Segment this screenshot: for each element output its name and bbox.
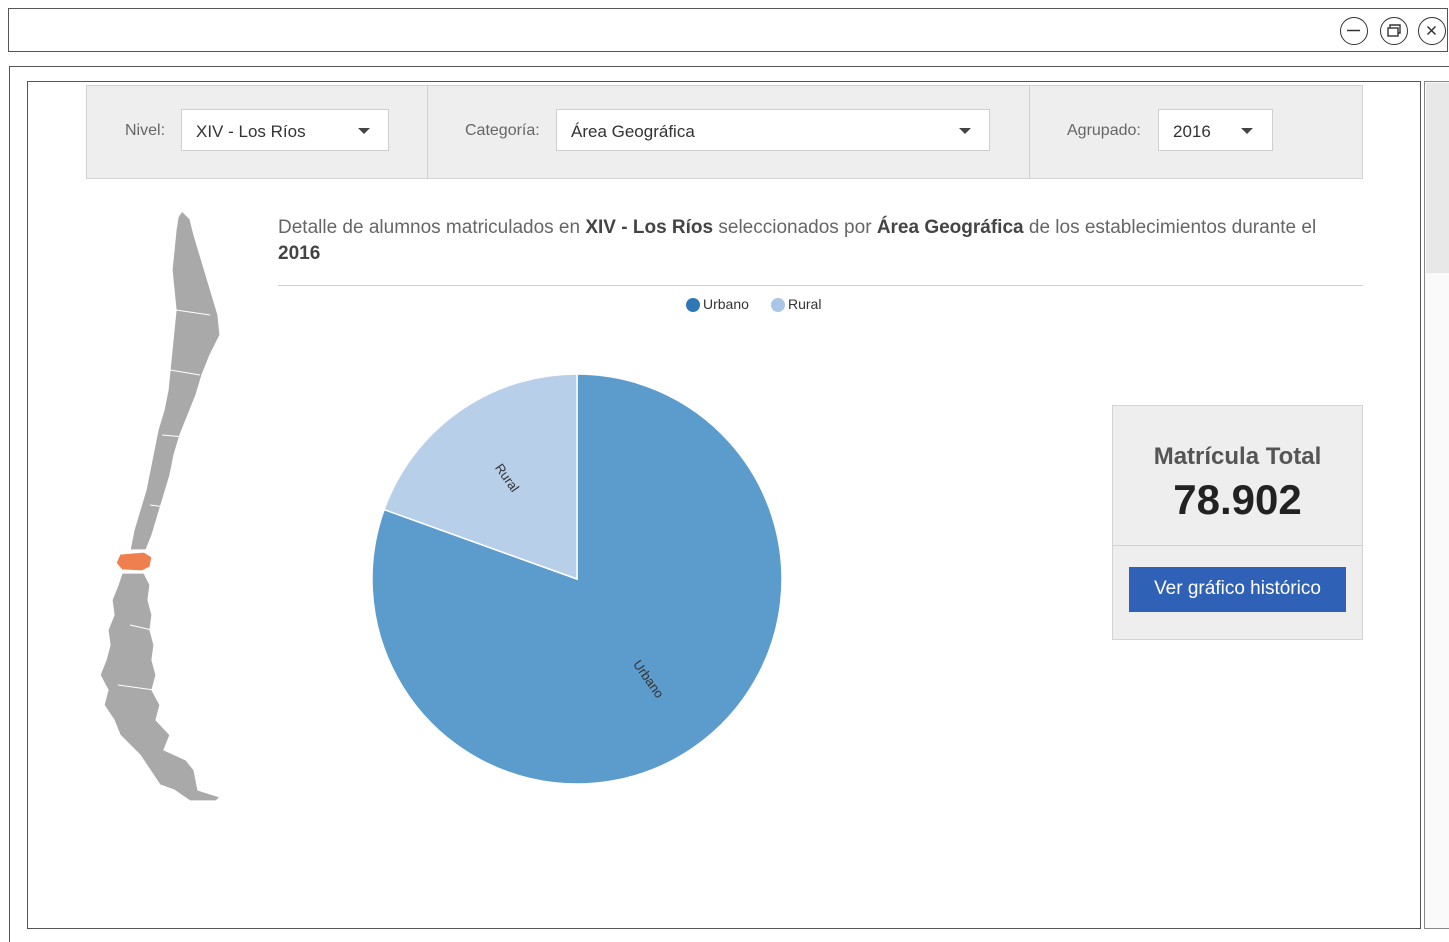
agrupado-select[interactable]: 2016 — [1158, 109, 1273, 151]
legend-item-urbano[interactable]: Urbano — [703, 296, 749, 312]
description-category: Área Geográfica — [876, 217, 1024, 238]
description-region: XIV - Los Ríos — [585, 217, 714, 238]
total-title: Matrícula Total — [1153, 443, 1322, 470]
nivel-select[interactable]: XIV - Los Ríos — [181, 109, 389, 151]
categoria-select[interactable]: Área Geográfica — [556, 109, 990, 151]
description-year: 2016 — [278, 243, 321, 264]
filter-separator — [1029, 86, 1030, 178]
filter-bar: Nivel: XIV - Los Ríos Categoría: Área Ge… — [86, 85, 1363, 179]
map-los-rios-region[interactable] — [115, 551, 153, 572]
close-icon[interactable] — [1418, 17, 1446, 45]
categoria-label: Categoría: — [465, 122, 540, 139]
agrupado-value: 2016 — [1173, 122, 1211, 141]
legend-swatch-urbano — [686, 298, 700, 312]
total-box: Matrícula Total 78.902 Ver gráfico histó… — [1112, 405, 1363, 640]
scrollbar-thumb[interactable] — [1426, 83, 1449, 273]
filter-separator — [427, 86, 428, 178]
divider — [278, 285, 1363, 286]
minimize-icon[interactable] — [1340, 17, 1368, 45]
description-text: Detalle de alumnos matriculados en — [278, 217, 586, 238]
categoria-value: Área Geográfica — [571, 122, 695, 141]
chart-description: Detalle de alumnos matriculados en XIV -… — [278, 215, 1358, 267]
divider — [1113, 545, 1362, 546]
pie-chart: UrbanoRural — [371, 373, 783, 785]
chevron-down-icon — [358, 128, 370, 134]
restore-icon[interactable] — [1380, 17, 1408, 45]
nivel-value: XIV - Los Ríos — [196, 122, 306, 141]
description-text: de los establecimientos durante el — [1023, 217, 1317, 238]
description-text: seleccionados por — [713, 217, 877, 238]
map-chile-south[interactable] — [99, 572, 222, 802]
chevron-down-icon — [959, 128, 971, 134]
legend-swatch-rural — [771, 298, 785, 312]
chile-region-map — [99, 210, 222, 802]
total-value: 78.902 — [1173, 476, 1302, 523]
agrupado-label: Agrupado: — [1067, 122, 1141, 139]
historical-chart-button[interactable]: Ver gráfico histórico — [1129, 567, 1346, 612]
map-chile-north[interactable] — [129, 210, 221, 551]
vertical-scrollbar[interactable] — [1424, 81, 1449, 929]
chevron-down-icon — [1241, 128, 1253, 134]
window-title-bar — [8, 8, 1448, 52]
nivel-label: Nivel: — [125, 122, 166, 139]
legend-item-rural[interactable]: Rural — [788, 296, 821, 312]
